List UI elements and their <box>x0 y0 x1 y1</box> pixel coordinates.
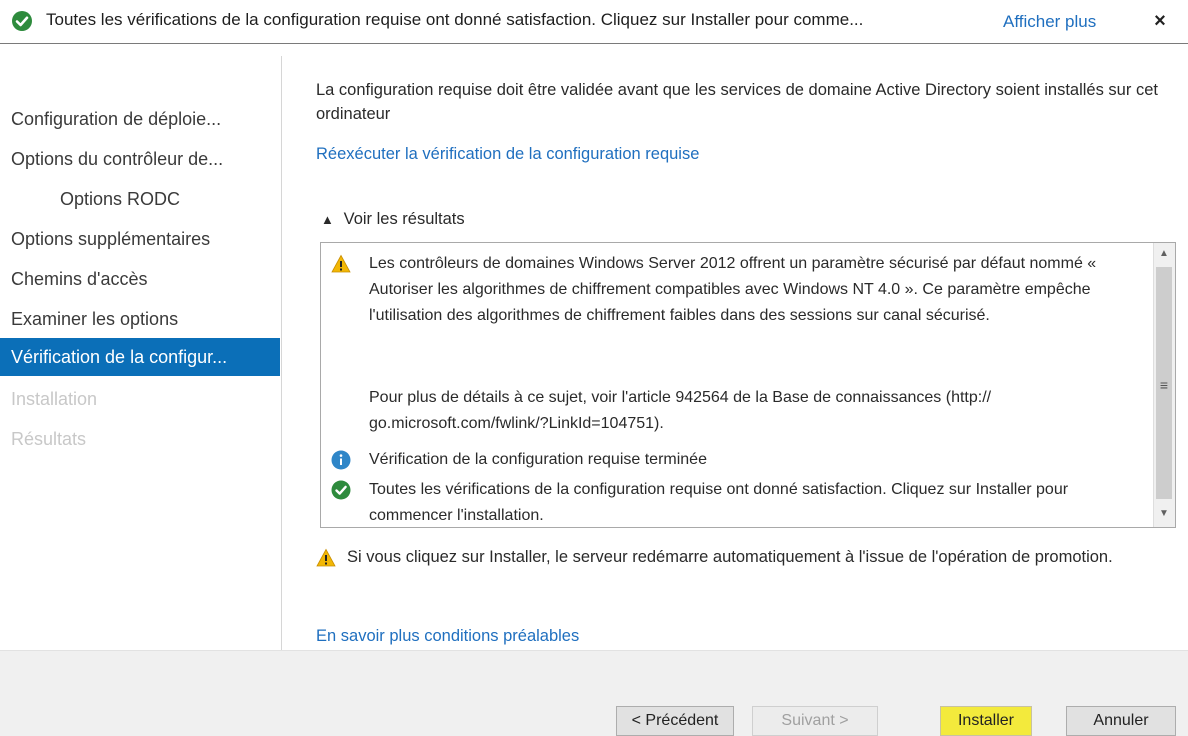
show-more-link[interactable]: Afficher plus <box>1003 12 1096 32</box>
scrollbar-thumb[interactable]: ≡ <box>1156 267 1172 499</box>
warning-message: Les contrôleurs de domaines Windows Serv… <box>369 255 1097 324</box>
close-icon[interactable]: × <box>1148 8 1172 34</box>
list-item: Vérification de la configuration requise… <box>331 447 1141 473</box>
warning-details: Pour plus de détails à ce sujet, voir l'… <box>369 389 992 432</box>
warning-icon <box>316 548 336 567</box>
success-message: Toutes les vérifications de la configura… <box>369 481 1069 524</box>
success-check-icon <box>12 11 32 31</box>
list-item: Les contrôleurs de domaines Windows Serv… <box>331 251 1141 361</box>
notification-bar: Toutes les vérifications de la configura… <box>0 0 1188 44</box>
results-toggle[interactable]: ▲ Voir les résultats <box>321 210 465 229</box>
intro-text: La configuration requise doit être valid… <box>316 81 1158 123</box>
chevron-up-icon: ▲ <box>321 212 334 227</box>
nav-item-additional-options[interactable]: Options supplémentaires <box>11 220 279 258</box>
info-message: Vérification de la configuration requise… <box>369 451 707 468</box>
nav-divider <box>281 56 282 650</box>
rerun-prerequisites-link[interactable]: Réexécuter la vérification de la configu… <box>316 145 699 164</box>
previous-button[interactable]: < Précédent <box>616 706 734 736</box>
notification-message: Toutes les vérifications de la configura… <box>46 10 864 29</box>
warning-icon <box>331 254 351 273</box>
nav-item-deployment-config[interactable]: Configuration de déploie... <box>11 100 279 138</box>
nav-item-results: Résultats <box>11 429 87 449</box>
results-scrollbar[interactable]: ▲ ≡ ▼ <box>1153 243 1175 527</box>
info-icon <box>331 450 351 470</box>
learn-more-prerequisites-link[interactable]: En savoir plus conditions préalables <box>316 627 579 646</box>
restart-warning-text: Si vous cliquez sur Installer, le serveu… <box>347 548 1113 566</box>
nav-item-paths[interactable]: Chemins d'accès <box>11 260 279 298</box>
list-item: Pour plus de détails à ce sujet, voir l'… <box>331 385 1141 441</box>
list-item: Toutes les vérifications de la configura… <box>331 477 1141 527</box>
install-button[interactable]: Installer <box>940 706 1032 736</box>
results-toggle-label: Voir les résultats <box>343 210 465 228</box>
nav-item-installation: Installation <box>11 389 98 409</box>
scroll-up-icon[interactable]: ▲ <box>1156 245 1172 263</box>
nav-item-prerequisites-check[interactable]: Vérification de la configur... <box>0 338 280 376</box>
scroll-down-icon[interactable]: ▼ <box>1156 505 1172 523</box>
next-button: Suivant > <box>752 706 878 736</box>
wizard-navigation: Configuration de déploie... Options du c… <box>0 44 280 650</box>
cancel-button[interactable]: Annuler <box>1066 706 1176 736</box>
success-check-icon <box>331 480 351 500</box>
results-list[interactable]: Les contrôleurs de domaines Windows Serv… <box>320 242 1176 528</box>
nav-item-rodc-options[interactable]: Options RODC <box>60 180 279 218</box>
nav-item-dc-options[interactable]: Options du contrôleur de... <box>11 140 279 178</box>
nav-item-review-options[interactable]: Examiner les options <box>11 300 279 338</box>
grip-icon: ≡ <box>1159 377 1169 393</box>
